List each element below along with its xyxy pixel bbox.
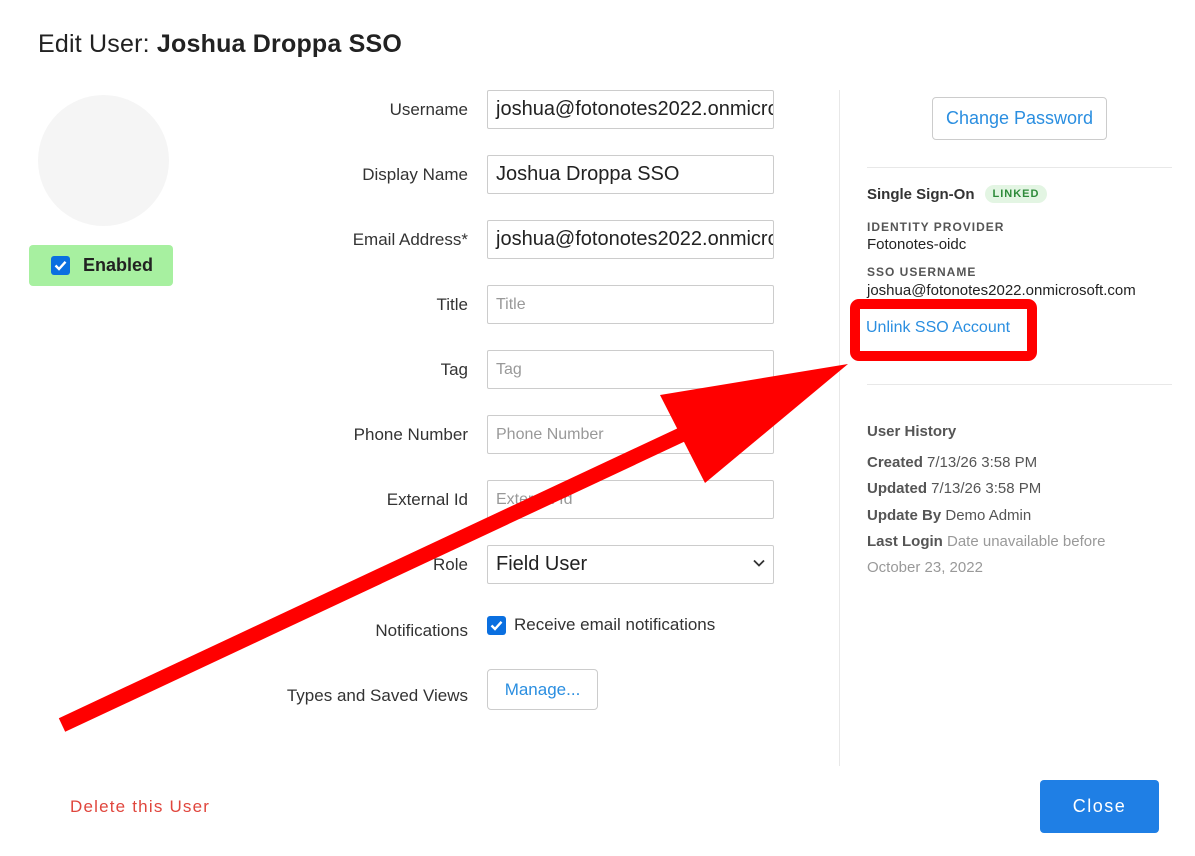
annotation-arrow-head	[660, 364, 848, 483]
annotation-arrow-shaft	[58, 405, 734, 732]
annotation-arrow	[58, 364, 848, 732]
